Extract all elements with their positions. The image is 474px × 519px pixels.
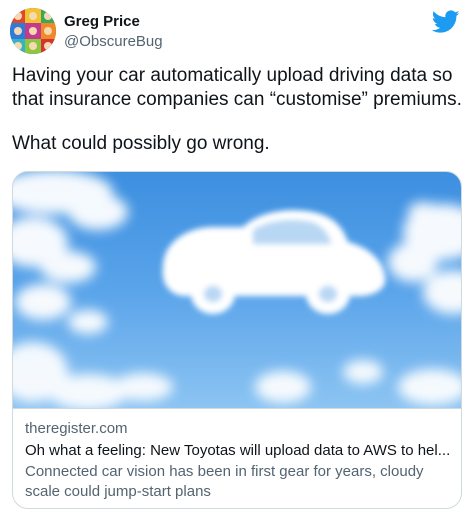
handle[interactable]: @ObscureBug <box>64 32 163 51</box>
card-description: Connected car vision has been in first g… <box>25 463 424 500</box>
card-domain: theregister.com <box>25 420 128 437</box>
twitter-bird-icon[interactable] <box>431 10 460 34</box>
author[interactable]: Greg Price @ObscureBug <box>64 12 163 51</box>
tweet: Greg Price @ObscureBug Having your car a… <box>0 0 474 519</box>
display-name[interactable]: Greg Price <box>64 12 163 31</box>
tweet-text-line: What could possibly go wrong. <box>12 133 270 154</box>
link-card[interactable]: theregister.com Oh what a feeling: New T… <box>12 171 462 509</box>
avatar[interactable] <box>10 8 56 54</box>
card-image[interactable] <box>13 172 461 408</box>
card-title[interactable]: Oh what a feeling: New Toyotas will uplo… <box>25 441 451 461</box>
tweet-header: Greg Price @ObscureBug <box>10 8 466 56</box>
card-body[interactable]: theregister.com Oh what a feeling: New T… <box>13 408 461 508</box>
tweet-text: Having your car automatically upload dri… <box>12 64 468 156</box>
tweet-text-line: Having your car automatically upload dri… <box>12 65 462 110</box>
